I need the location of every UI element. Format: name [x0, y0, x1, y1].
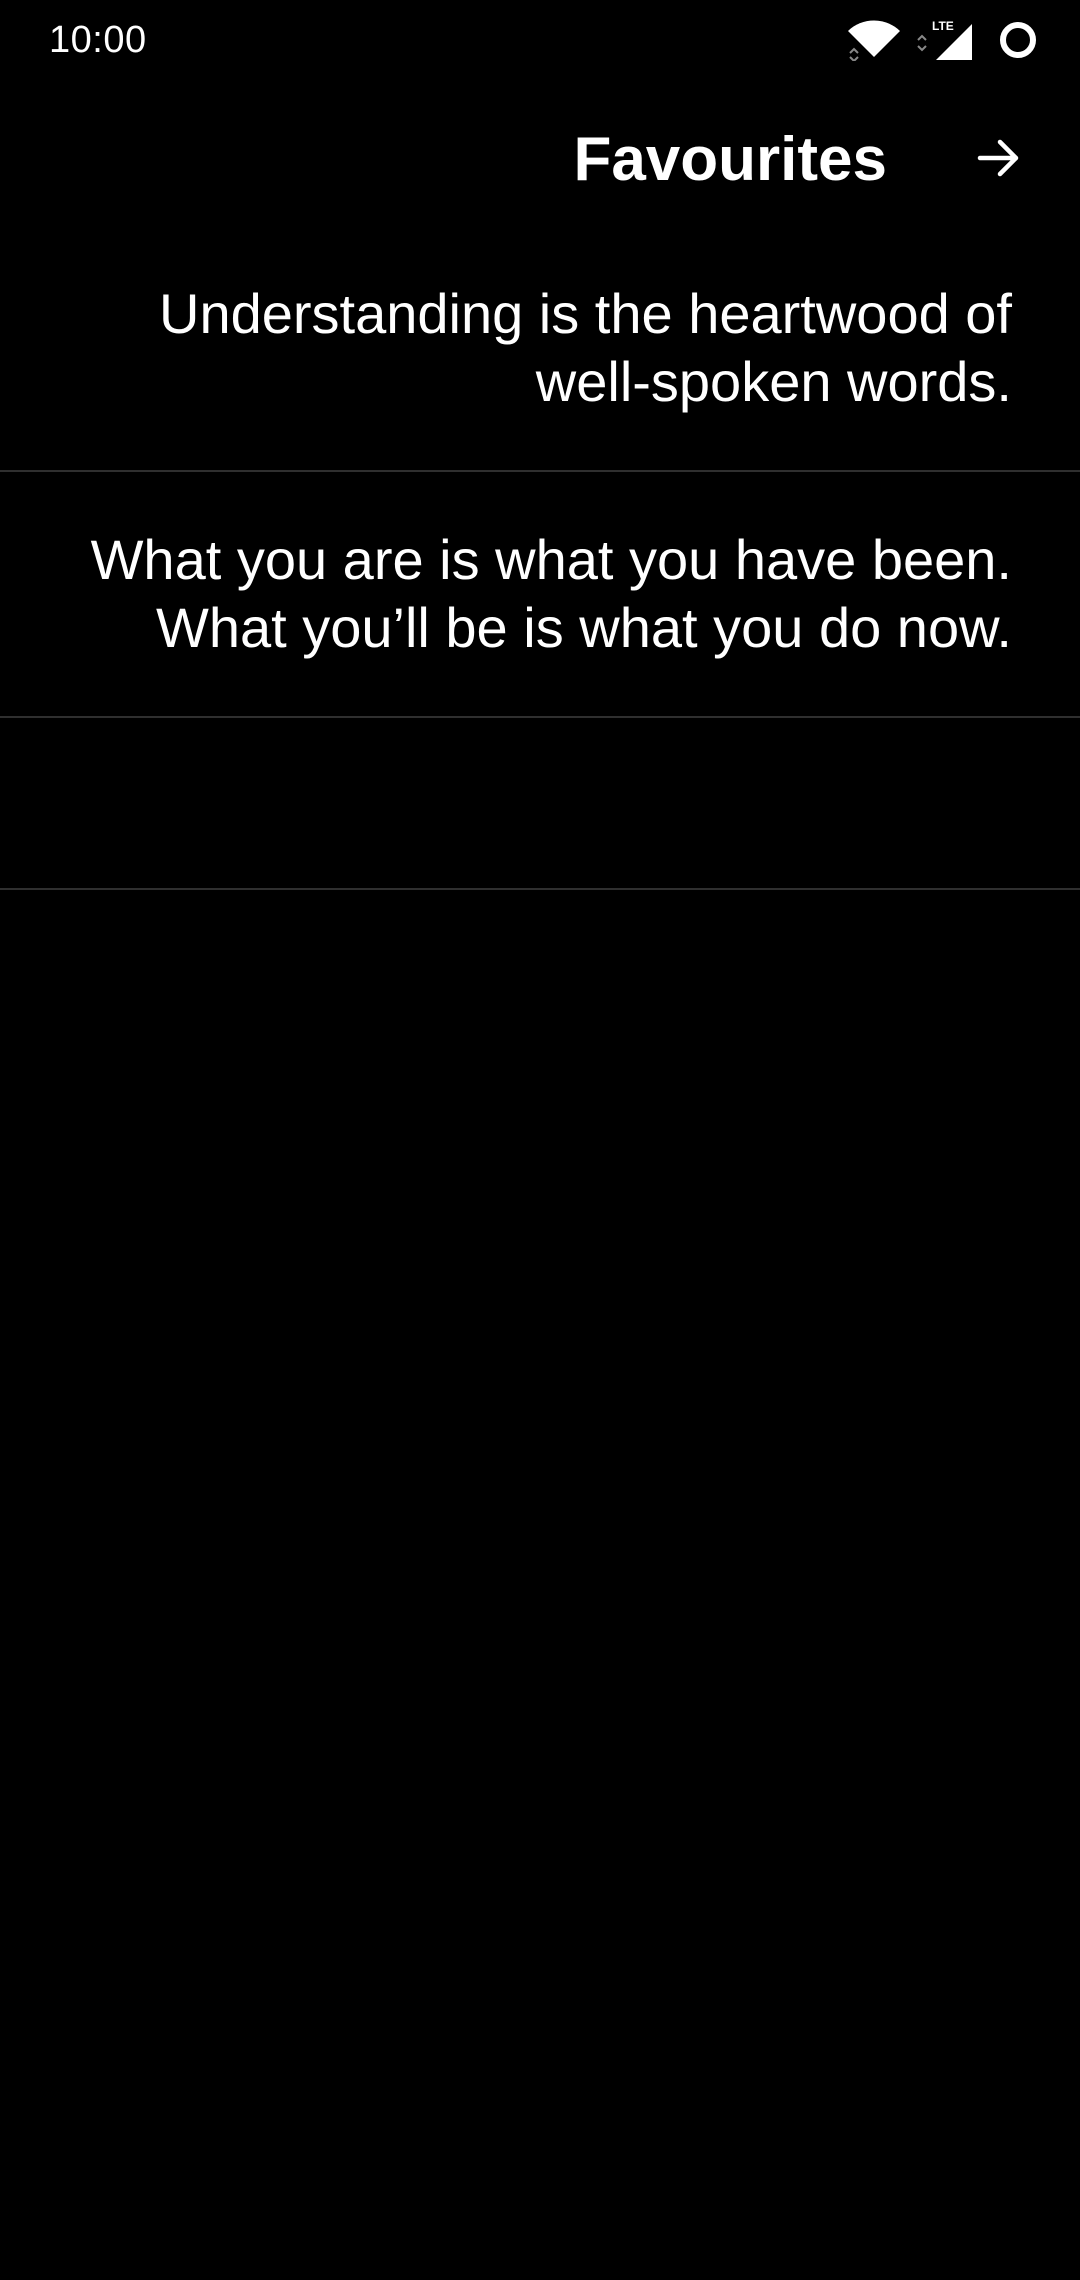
- favourites-list: Understanding is the heartwood of well-s…: [0, 226, 1080, 890]
- favourite-item-empty[interactable]: [0, 718, 1080, 890]
- lte-label: LTE: [932, 19, 954, 33]
- forward-button[interactable]: [960, 118, 1040, 198]
- page-title: Favourites: [573, 125, 887, 194]
- favourite-item[interactable]: What you are is what you have been. What…: [0, 472, 1080, 718]
- circle-icon: [998, 20, 1038, 60]
- arrow-right-icon: [977, 139, 1019, 177]
- favourite-item[interactable]: Understanding is the heartwood of well-s…: [0, 226, 1080, 472]
- status-icons: LTE: [846, 18, 1038, 62]
- lte-signal-icon: LTE: [916, 18, 976, 62]
- wifi-icon: [846, 19, 902, 61]
- quote-text: Understanding is the heartwood of well-s…: [159, 282, 1012, 413]
- quote-text: What you are is what you have been. What…: [90, 528, 1012, 659]
- status-time: 10:00: [49, 19, 147, 61]
- header: Favourites: [0, 100, 1080, 220]
- status-bar: 10:00 LTE: [0, 0, 1080, 80]
